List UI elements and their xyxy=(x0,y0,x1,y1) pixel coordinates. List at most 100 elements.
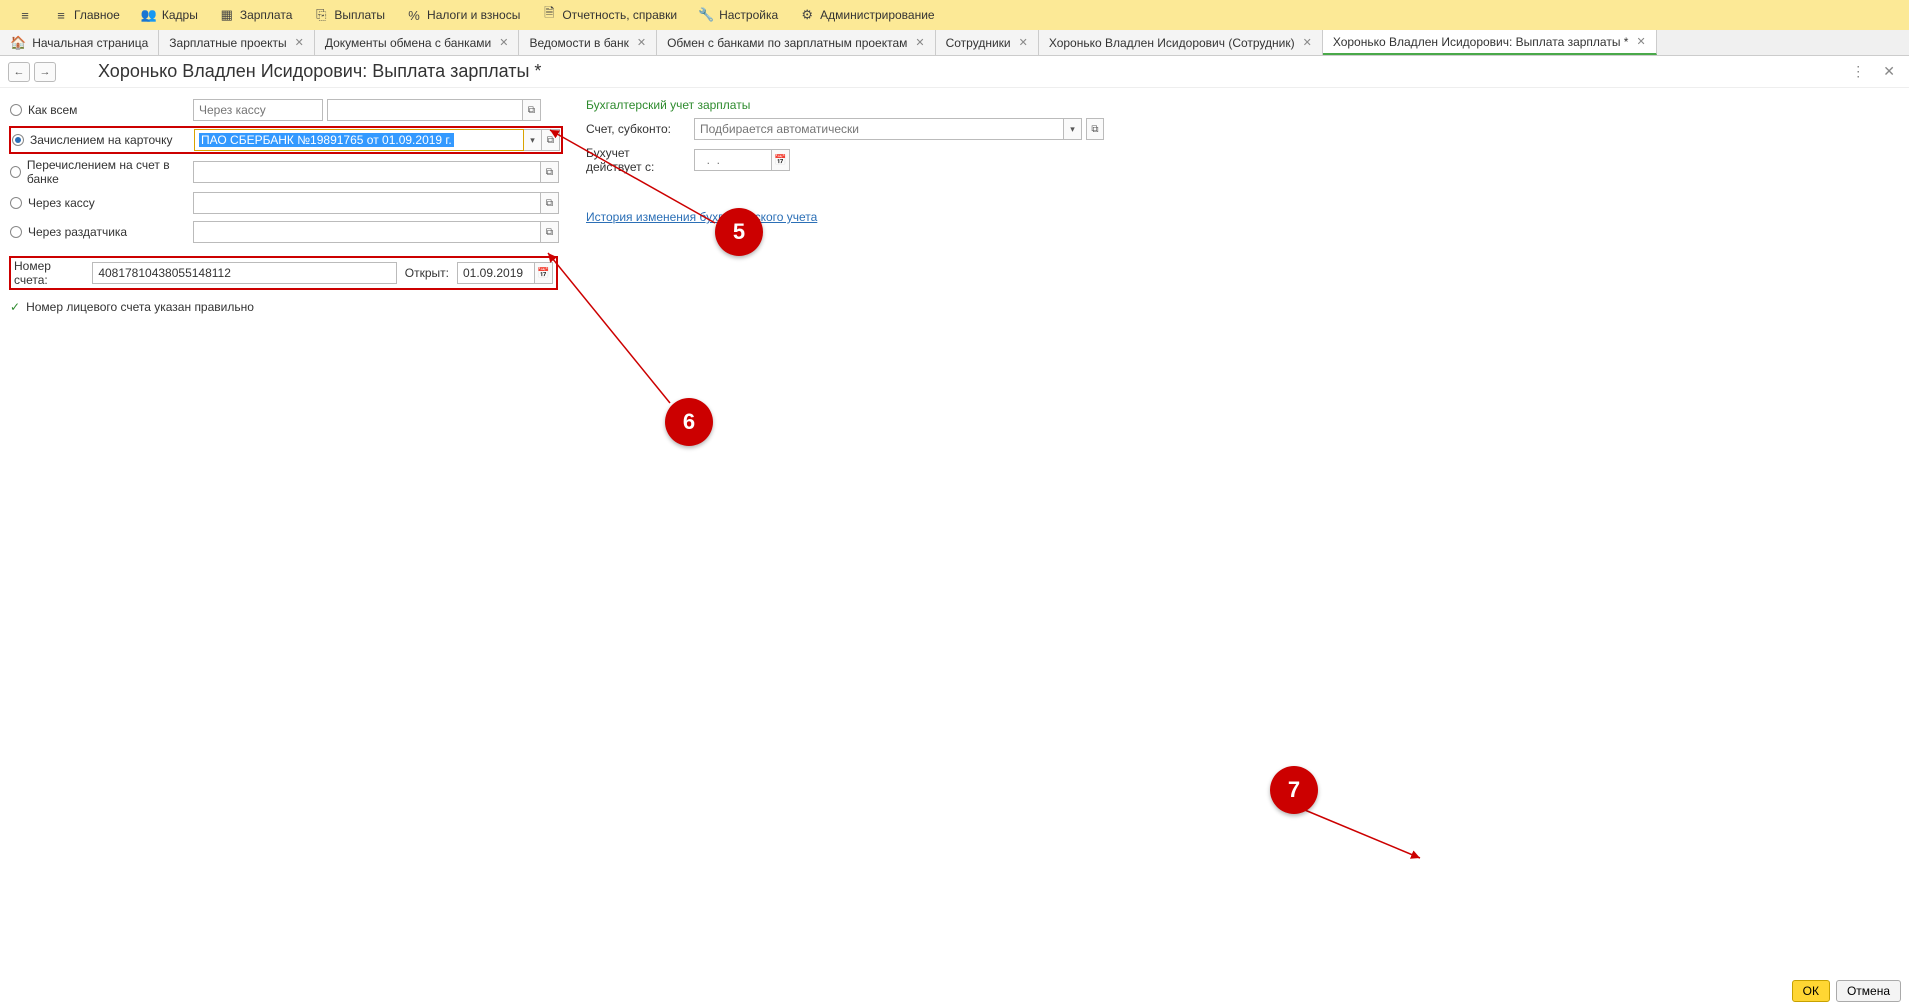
radio-as-all[interactable]: Как всем xyxy=(10,103,185,117)
menu-main[interactable]: ≡ Главное xyxy=(44,4,130,26)
menu-taxes[interactable]: % Налоги и взносы xyxy=(397,4,530,26)
tab-bank-exchange[interactable]: Обмен с банками по зарплатным проектам ✕ xyxy=(657,30,936,55)
tab-close-icon[interactable]: ✕ xyxy=(915,36,924,49)
menu-vyplaty[interactable]: ⎘ Выплаты xyxy=(304,4,395,26)
tab-strip: 🏠 Начальная страница Зарплатные проекты … xyxy=(0,30,1909,56)
radio-icon xyxy=(10,226,22,238)
callout-badge-5: 5 xyxy=(715,208,763,256)
menu-label: Администрирование xyxy=(820,8,934,22)
radio-label: Через раздатчика xyxy=(28,225,127,239)
effective-date-field[interactable] xyxy=(694,149,772,171)
radio-label: Зачислением на карточку xyxy=(30,133,173,147)
radio-label: Через кассу xyxy=(28,196,95,210)
radio-icon xyxy=(10,166,21,178)
menu-reports[interactable]: 🗎 Отчетность, справки xyxy=(532,4,687,26)
tab-label: Документы обмена с банками xyxy=(325,36,491,50)
tab-label: Обмен с банками по зарплатным проектам xyxy=(667,36,907,50)
tab-bank-docs[interactable]: Документы обмена с банками ✕ xyxy=(315,30,520,55)
more-menu-icon[interactable]: ⋮ xyxy=(1845,63,1871,80)
calendar-button[interactable]: 📅 xyxy=(772,149,790,171)
grid-icon: ▦ xyxy=(220,8,234,22)
open-button[interactable]: ⧉ xyxy=(542,129,560,151)
menu-label: Главное xyxy=(74,8,120,22)
open-button[interactable]: ⧉ xyxy=(541,192,559,214)
gear-icon: ⚙ xyxy=(800,8,814,22)
account-number-label: Номер счета: xyxy=(14,259,84,287)
tab-home[interactable]: 🏠 Начальная страница xyxy=(0,30,159,55)
card-bank-field[interactable]: ПАО СБЕРБАНК №19891765 от 01.09.2019 г. xyxy=(194,129,524,151)
dispatcher-field[interactable] xyxy=(193,221,541,243)
radio-icon xyxy=(12,134,24,146)
menu-kadry[interactable]: 👥 Кадры xyxy=(132,4,208,26)
radio-cash[interactable]: Через кассу xyxy=(10,196,185,210)
radio-label: Перечислением на счет в банке xyxy=(27,158,185,186)
tab-label: Ведомости в банк xyxy=(529,36,628,50)
nav-back-button[interactable]: ← xyxy=(8,62,30,82)
open-button[interactable]: ⧉ xyxy=(541,161,559,183)
menu-settings[interactable]: 🔧 Настройка xyxy=(689,4,788,26)
dropdown-button[interactable]: ▾ xyxy=(524,129,542,151)
tab-close-icon[interactable]: ✕ xyxy=(1303,36,1312,49)
document-icon: 🗎 xyxy=(542,8,556,22)
account-opened-field[interactable] xyxy=(457,262,535,284)
menu-label: Отчетность, справки xyxy=(562,8,677,22)
percent-icon: % xyxy=(407,8,421,22)
tab-label: Сотрудники xyxy=(946,36,1011,50)
tab-bank-lists[interactable]: Ведомости в банк ✕ xyxy=(519,30,657,55)
tab-employees[interactable]: Сотрудники ✕ xyxy=(936,30,1039,55)
tab-close-icon[interactable]: ✕ xyxy=(1636,35,1645,48)
account-row: Номер счета: Открыт: 📅 xyxy=(10,257,557,289)
menu-admin[interactable]: ⚙ Администрирование xyxy=(790,4,944,26)
open-button[interactable]: ⧉ xyxy=(1086,118,1104,140)
tab-salary-payment[interactable]: Хоронько Владлен Исидорович: Выплата зар… xyxy=(1323,30,1657,55)
menu-zarplata[interactable]: ▦ Зарплата xyxy=(210,4,303,26)
account-valid-row: ✓ Номер лицевого счета указан правильно xyxy=(10,300,562,314)
top-menu-bar: ≡ ≡ Главное 👥 Кадры ▦ Зарплата ⎘ Выплаты… xyxy=(0,0,1909,30)
page-toolbar: ← → Хоронько Владлен Исидорович: Выплата… xyxy=(0,56,1909,88)
tab-close-icon[interactable]: ✕ xyxy=(637,36,646,49)
radio-icon xyxy=(10,104,22,116)
bank-transfer-field[interactable] xyxy=(193,161,541,183)
tab-label: Начальная страница xyxy=(32,36,148,50)
tab-close-icon[interactable]: ✕ xyxy=(1019,36,1028,49)
tab-label: Хоронько Владлен Исидорович (Сотрудник) xyxy=(1049,36,1295,50)
effective-label: Бухучет действует с: xyxy=(586,146,686,174)
tab-salary-projects[interactable]: Зарплатные проекты ✕ xyxy=(159,30,315,55)
dropdown-button[interactable]: ▾ xyxy=(1064,118,1082,140)
cash-field[interactable] xyxy=(193,192,541,214)
footer-buttons: ОК Отмена xyxy=(1792,980,1901,1002)
menu-label: Зарплата xyxy=(240,8,293,22)
people-icon: 👥 xyxy=(142,8,156,22)
open-button[interactable]: ⧉ xyxy=(541,221,559,243)
ok-button[interactable]: ОК xyxy=(1792,980,1830,1002)
menu-label: Налоги и взносы xyxy=(427,8,520,22)
calendar-icon: 📅 xyxy=(774,155,786,166)
nav-forward-button[interactable]: → xyxy=(34,62,56,82)
open-button[interactable]: ⧉ xyxy=(523,99,541,121)
account-subconto-field[interactable] xyxy=(694,118,1064,140)
cancel-button[interactable]: Отмена xyxy=(1836,980,1901,1002)
radio-bank-transfer[interactable]: Перечислением на счет в банке xyxy=(10,158,185,186)
calendar-icon: 📅 xyxy=(537,268,549,279)
accounting-title: Бухгалтерский учет зарплаты xyxy=(586,98,1104,112)
menu-label: Выплаты xyxy=(334,8,385,22)
tab-employee-card[interactable]: Хоронько Владлен Исидорович (Сотрудник) … xyxy=(1039,30,1323,55)
account-valid-text: Номер лицевого счета указан правильно xyxy=(26,300,254,314)
radio-dispatcher[interactable]: Через раздатчика xyxy=(10,225,185,239)
as-all-value-field[interactable] xyxy=(327,99,523,121)
tab-close-icon[interactable]: ✕ xyxy=(499,36,508,49)
close-window-icon[interactable]: ✕ xyxy=(1877,63,1901,80)
accounting-history-link[interactable]: История изменения бухгалтерского учета xyxy=(586,210,1104,224)
form-content: Как всем ⧉ Зачислением на карточку ПАО С… xyxy=(0,88,1909,314)
home-icon: 🏠 xyxy=(10,35,26,51)
calendar-button[interactable]: 📅 xyxy=(535,262,553,284)
radio-card[interactable]: Зачислением на карточку xyxy=(12,133,186,147)
as-all-method-field[interactable] xyxy=(193,99,323,121)
hamburger-icon: ≡ xyxy=(54,8,68,22)
tab-close-icon[interactable]: ✕ xyxy=(295,36,304,49)
radio-label: Как всем xyxy=(28,103,77,117)
menu-hamburger[interactable]: ≡ xyxy=(8,4,42,26)
page-title: Хоронько Владлен Исидорович: Выплата зар… xyxy=(98,61,541,82)
account-number-field[interactable] xyxy=(92,262,396,284)
account-opened-label: Открыт: xyxy=(405,266,449,280)
